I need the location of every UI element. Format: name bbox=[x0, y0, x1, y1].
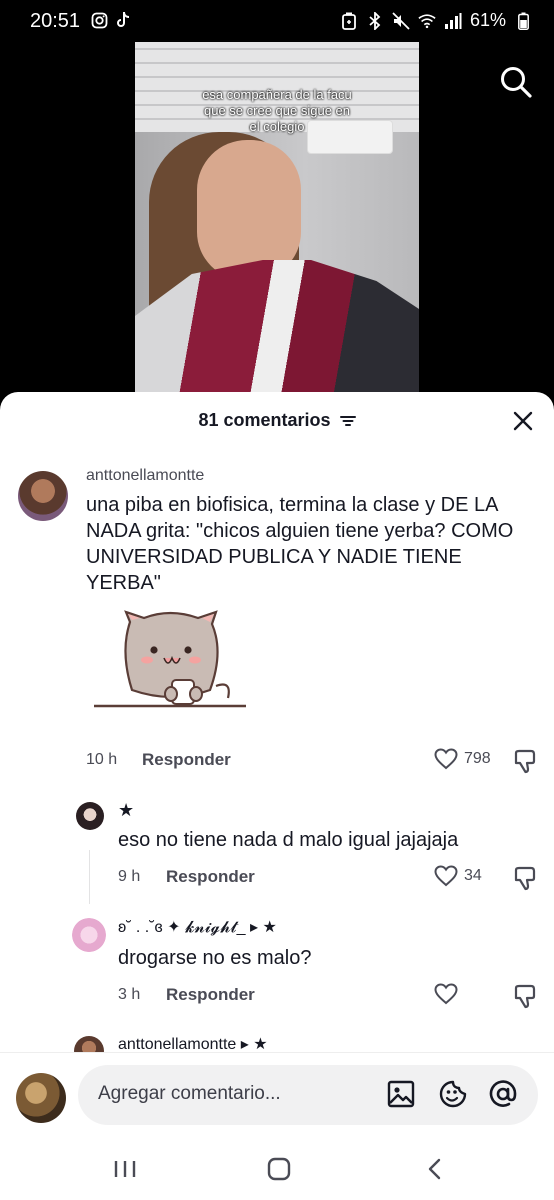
video-player[interactable]: esa compañera de la facu que se cree que… bbox=[135, 42, 419, 392]
status-time: 20:51 bbox=[30, 10, 81, 32]
dislike-icon[interactable] bbox=[512, 865, 538, 891]
comment-text: eso no tiene nada d malo igual jajajaja bbox=[118, 829, 459, 851]
comment-text: drogarse no es malo? bbox=[118, 947, 312, 969]
reply-button[interactable]: Responder bbox=[166, 985, 255, 1005]
heart-icon bbox=[434, 983, 458, 1005]
like-button[interactable]: 798 bbox=[434, 748, 491, 770]
comment-input-placeholder: Agregar comentario... bbox=[98, 1083, 281, 1104]
battery-icon bbox=[514, 12, 532, 30]
avatar[interactable] bbox=[72, 918, 106, 952]
heart-icon bbox=[434, 748, 458, 770]
reply-button[interactable]: Responder bbox=[142, 750, 231, 770]
comments-count: 81 comentarios bbox=[198, 410, 331, 430]
like-count: 798 bbox=[464, 750, 491, 767]
recent-apps-icon[interactable] bbox=[110, 1154, 140, 1184]
comments-header: 81 comentarios bbox=[0, 410, 554, 432]
comment-username[interactable]: ʚ˘ . .˘ɞ ✦ 𝓴𝓷𝓲𝓰𝓱𝓽_ ▸ ★ bbox=[118, 917, 277, 937]
mention-icon[interactable] bbox=[488, 1079, 518, 1109]
video-caption-line: que se cree que sigue en bbox=[204, 103, 350, 118]
like-button[interactable]: 34 bbox=[434, 865, 482, 887]
comment-input-bar: Agregar comentario... bbox=[0, 1052, 554, 1140]
signal-icon bbox=[444, 12, 462, 30]
system-nav-bar bbox=[0, 1140, 554, 1200]
comment-input[interactable]: Agregar comentario... bbox=[78, 1065, 538, 1125]
tiktok-icon bbox=[114, 11, 132, 29]
dislike-icon[interactable] bbox=[512, 748, 538, 774]
back-icon[interactable] bbox=[420, 1154, 450, 1184]
my-avatar[interactable] bbox=[16, 1073, 66, 1123]
comment-time: 10 h bbox=[86, 751, 118, 768]
avatar[interactable] bbox=[76, 802, 104, 830]
video-caption-line: el colegio bbox=[249, 119, 305, 134]
video-caption-line: esa compañera de la facu bbox=[202, 87, 352, 102]
bluetooth-icon bbox=[366, 11, 384, 30]
emoji-icon[interactable] bbox=[438, 1079, 468, 1109]
mute-icon bbox=[392, 11, 410, 30]
video-caption: esa compañera de la facu que se cree que… bbox=[135, 87, 419, 135]
battery-saver-icon bbox=[340, 12, 358, 30]
comment-time: 3 h bbox=[118, 986, 141, 1003]
status-bar: 20:51 61% bbox=[0, 0, 554, 42]
search-icon[interactable] bbox=[498, 64, 534, 100]
reply-button[interactable]: Responder bbox=[166, 867, 255, 887]
like-button[interactable] bbox=[434, 983, 464, 1005]
filter-icon[interactable] bbox=[339, 411, 356, 432]
image-icon[interactable] bbox=[386, 1079, 416, 1109]
instagram-icon bbox=[90, 11, 108, 29]
cat-sticker bbox=[92, 602, 248, 712]
close-icon[interactable] bbox=[512, 410, 534, 432]
person-face bbox=[197, 140, 301, 280]
comment-text: una piba en biofisica, termina la clase … bbox=[86, 494, 514, 594]
wifi-icon bbox=[418, 12, 436, 30]
avatar[interactable] bbox=[18, 471, 68, 521]
heart-icon bbox=[434, 865, 458, 887]
thread-line bbox=[89, 850, 90, 904]
comment-username[interactable]: anttonellamontte bbox=[86, 467, 204, 485]
comment-username[interactable]: ★ bbox=[118, 800, 134, 821]
dislike-icon[interactable] bbox=[512, 983, 538, 1009]
comment-username[interactable]: anttonellamontte ▸ ★ bbox=[118, 1034, 268, 1054]
home-icon[interactable] bbox=[264, 1154, 294, 1184]
like-count: 34 bbox=[464, 867, 482, 884]
battery-percent: 61% bbox=[469, 10, 506, 30]
comment-time: 9 h bbox=[118, 868, 141, 885]
